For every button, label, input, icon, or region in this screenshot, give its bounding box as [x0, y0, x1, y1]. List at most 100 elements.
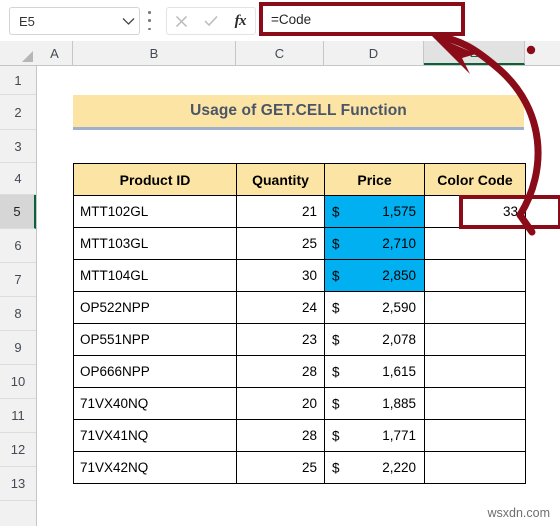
cell-price-value: 2,590: [382, 300, 416, 315]
cell-price-value: 1,885: [382, 396, 416, 411]
cell-quantity[interactable]: 20: [236, 387, 325, 420]
cell-quantity[interactable]: 25: [236, 227, 325, 260]
table-header-color-code: Color Code: [424, 163, 526, 196]
table-header-row: Product ID Quantity Price Color Code: [73, 163, 526, 196]
more-options-icon[interactable]: [147, 11, 152, 30]
currency-symbol: $: [332, 236, 340, 251]
cell-price-value: 1,771: [382, 428, 416, 443]
cell-color-code[interactable]: [424, 387, 526, 420]
check-icon[interactable]: [198, 9, 224, 33]
table-header-product-id: Product ID: [73, 163, 237, 196]
cancel-icon[interactable]: [169, 9, 195, 33]
row-header-4[interactable]: 4: [0, 163, 36, 195]
cell-price-value: 2,220: [382, 460, 416, 475]
sheet-title-banner: Usage of GET.CELL Function: [73, 95, 524, 130]
cell-quantity[interactable]: 30: [236, 259, 325, 292]
cell-price[interactable]: $2,850: [324, 259, 425, 292]
row-header-1[interactable]: 1: [0, 66, 36, 95]
column-header-e[interactable]: E: [424, 41, 525, 65]
row-header-3[interactable]: 3: [0, 130, 36, 163]
cell-quantity[interactable]: 21: [236, 195, 325, 228]
cell-product-id[interactable]: OP666NPP: [73, 355, 237, 388]
cell-color-code[interactable]: [424, 323, 526, 356]
select-all-corner[interactable]: [0, 41, 38, 65]
table-row[interactable]: MTT103GL 25 $2,710: [73, 227, 526, 260]
fx-icon[interactable]: fx: [227, 9, 253, 33]
currency-symbol: $: [332, 396, 340, 411]
cell-price[interactable]: $2,710: [324, 227, 425, 260]
table-row[interactable]: MTT104GL 30 $2,850: [73, 259, 526, 292]
row-header-13[interactable]: 13: [0, 467, 36, 501]
cell-price[interactable]: $2,078: [324, 323, 425, 356]
cell-price[interactable]: $1,885: [324, 387, 425, 420]
cell-product-id[interactable]: OP522NPP: [73, 291, 237, 324]
row-header-12[interactable]: 12: [0, 433, 36, 467]
watermark: wsxdn.com: [487, 506, 550, 520]
formula-bar-strip: E5 fx =Code: [0, 0, 560, 41]
currency-symbol: $: [332, 428, 340, 443]
cell-price-value: 1,575: [382, 204, 416, 219]
cell-price-value: 1,615: [382, 364, 416, 379]
row-header-11[interactable]: 11: [0, 399, 36, 433]
cell-price[interactable]: $2,220: [324, 451, 425, 484]
column-header-c[interactable]: C: [236, 41, 324, 65]
currency-symbol: $: [332, 460, 340, 475]
currency-symbol: $: [332, 268, 340, 283]
cell-color-code[interactable]: [424, 451, 526, 484]
table-row[interactable]: 71VX41NQ 28 $1,771: [73, 419, 526, 452]
table-row[interactable]: 71VX42NQ 25 $2,220: [73, 451, 526, 484]
row-header-7[interactable]: 7: [0, 263, 36, 297]
formula-input[interactable]: =Code: [263, 6, 461, 32]
column-header-a[interactable]: A: [37, 41, 73, 65]
formula-action-buttons: fx: [166, 7, 256, 35]
cell-color-code[interactable]: [424, 419, 526, 452]
name-box[interactable]: E5: [9, 7, 140, 35]
table-row[interactable]: OP666NPP 28 $1,615: [73, 355, 526, 388]
row-header-column: 1 2 3 4 5 6 7 8 9 10 11 12 13: [0, 66, 37, 526]
table-row[interactable]: OP522NPP 24 $2,590: [73, 291, 526, 324]
cell-price[interactable]: $1,575: [324, 195, 425, 228]
cell-quantity[interactable]: 28: [236, 419, 325, 452]
column-header-b[interactable]: B: [73, 41, 236, 65]
cell-quantity[interactable]: 23: [236, 323, 325, 356]
currency-symbol: $: [332, 364, 340, 379]
cell-product-id[interactable]: MTT102GL: [73, 195, 237, 228]
table-row[interactable]: OP551NPP 23 $2,078: [73, 323, 526, 356]
table-header-price: Price: [324, 163, 425, 196]
cell-quantity[interactable]: 28: [236, 355, 325, 388]
row-header-10[interactable]: 10: [0, 365, 36, 399]
cell-quantity[interactable]: 24: [236, 291, 325, 324]
cell-product-id[interactable]: MTT103GL: [73, 227, 237, 260]
cell-price-value: 2,850: [382, 268, 416, 283]
currency-symbol: $: [332, 332, 340, 347]
cell-color-code[interactable]: [424, 291, 526, 324]
cell-price[interactable]: $2,590: [324, 291, 425, 324]
cell-product-id[interactable]: OP551NPP: [73, 323, 237, 356]
cell-product-id[interactable]: MTT104GL: [73, 259, 237, 292]
cell-product-id[interactable]: 71VX40NQ: [73, 387, 237, 420]
column-header-row: A B C D E: [0, 41, 560, 66]
cell-price[interactable]: $1,615: [324, 355, 425, 388]
row-header-6[interactable]: 6: [0, 229, 36, 263]
table-row[interactable]: MTT102GL 21 $1,575 33: [73, 195, 526, 228]
cell-price-value: 2,078: [382, 332, 416, 347]
cell-color-code[interactable]: [424, 355, 526, 388]
cell-color-code[interactable]: [424, 227, 526, 260]
spreadsheet-grid: Usage of GET.CELL Function Product ID Qu…: [38, 66, 560, 526]
cell-color-code[interactable]: 33: [424, 195, 526, 228]
cell-price[interactable]: $1,771: [324, 419, 425, 452]
row-header-2[interactable]: 2: [0, 95, 36, 130]
row-header-5[interactable]: 5: [0, 195, 36, 229]
cell-product-id[interactable]: 71VX42NQ: [73, 451, 237, 484]
cell-quantity[interactable]: 25: [236, 451, 325, 484]
formula-input-wrapper[interactable]: =Code: [259, 2, 465, 36]
cell-color-code[interactable]: [424, 259, 526, 292]
row-header-8[interactable]: 8: [0, 297, 36, 331]
page-title: Usage of GET.CELL Function: [190, 102, 407, 119]
chevron-down-icon[interactable]: [117, 8, 139, 34]
currency-symbol: $: [332, 300, 340, 315]
cell-product-id[interactable]: 71VX41NQ: [73, 419, 237, 452]
row-header-9[interactable]: 9: [0, 331, 36, 365]
table-row[interactable]: 71VX40NQ 20 $1,885: [73, 387, 526, 420]
column-header-d[interactable]: D: [324, 41, 424, 65]
